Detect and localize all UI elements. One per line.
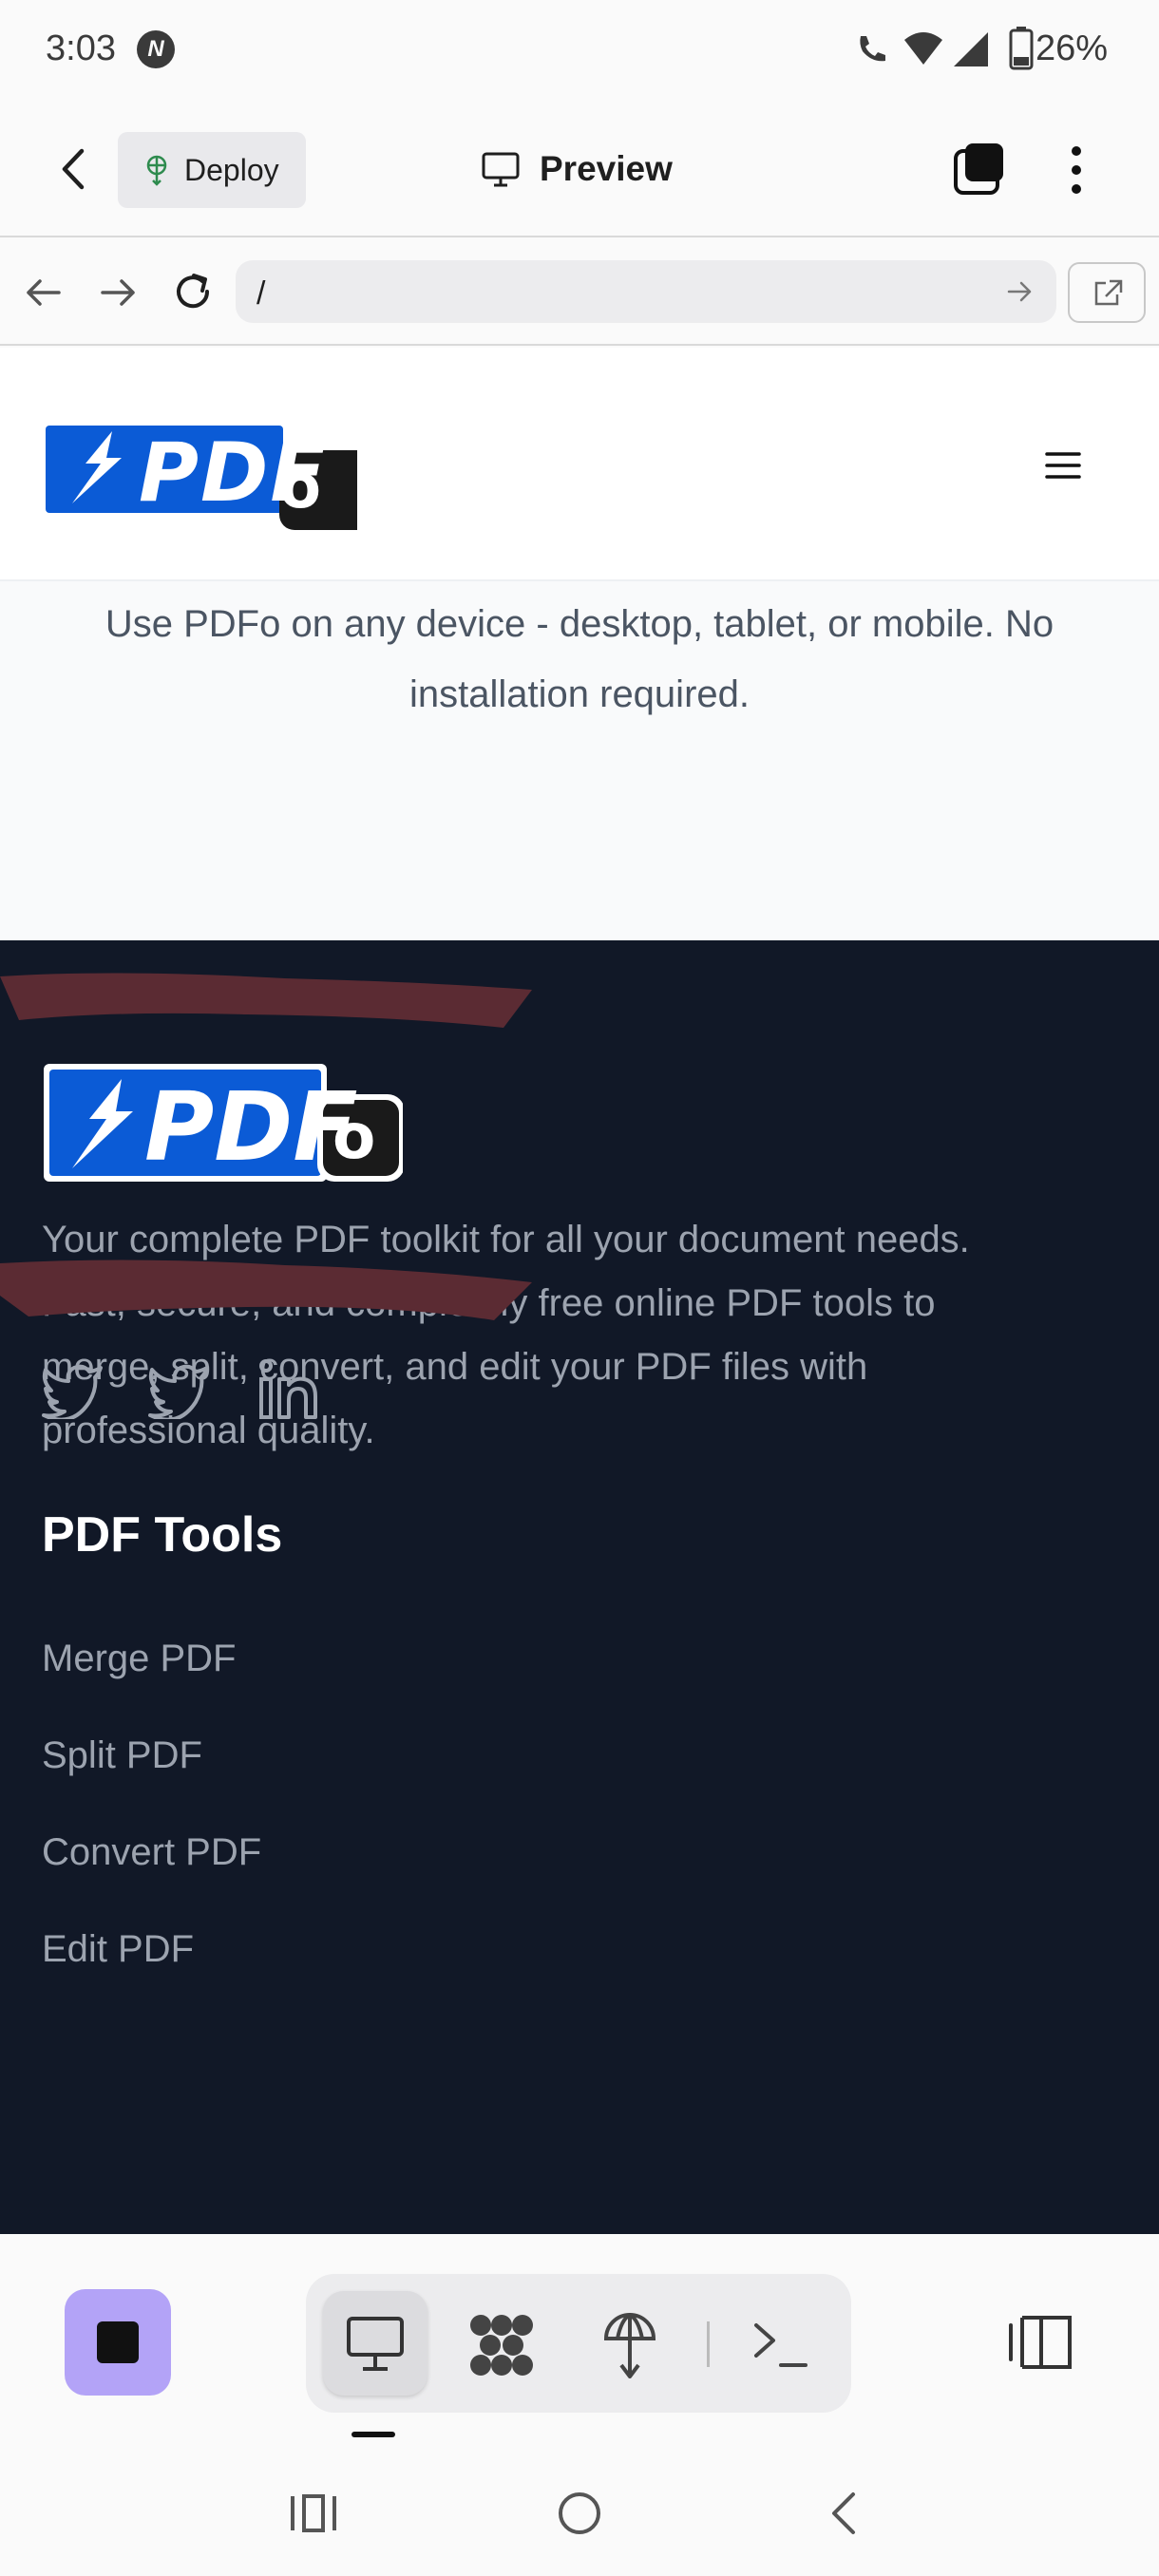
- battery-percentage: 26%: [1036, 28, 1109, 68]
- url-input[interactable]: /: [236, 260, 1056, 323]
- notification-n-icon: N: [137, 30, 175, 68]
- nav-forward-icon[interactable]: [99, 275, 137, 310]
- terminal-icon[interactable]: [752, 2318, 809, 2371]
- url-text: /: [256, 275, 266, 312]
- deploy-button[interactable]: Deploy: [118, 132, 306, 208]
- stop-icon: [97, 2321, 139, 2363]
- devices-text-line-2: installation required.: [409, 673, 750, 715]
- preview-label: Preview: [540, 149, 673, 188]
- footer-link-edit-pdf[interactable]: Edit PDF: [42, 1928, 194, 1971]
- url-bar: /: [0, 239, 1159, 346]
- footer-logo-badge: o: [332, 1100, 376, 1173]
- status-bar: 3:03 N 26%: [0, 0, 1159, 100]
- battery-icon: [1009, 27, 1034, 70]
- external-link-icon: [1094, 279, 1123, 306]
- footer-description: Your complete PDF toolkit for all your d…: [42, 1208, 1144, 1463]
- desktop-icon: [347, 2317, 404, 2371]
- signal-icon: [954, 32, 988, 66]
- desktop-view-button[interactable]: [323, 2291, 428, 2396]
- app-bar: Deploy Preview: [0, 100, 1159, 237]
- active-indicator: [352, 2432, 395, 2437]
- bottom-toolbar: [0, 2234, 1159, 2451]
- toolbar-divider: [707, 2321, 710, 2367]
- status-time: 3:03: [46, 28, 116, 68]
- nav-back-icon[interactable]: [25, 275, 63, 310]
- twitter-icon-2[interactable]: [148, 1362, 211, 1419]
- twitter-icon[interactable]: [42, 1362, 104, 1419]
- web-preview: PDF o Use PDFo on any device - desktop, …: [0, 348, 1159, 2234]
- monitor-icon: [482, 152, 520, 187]
- footer-link-split-pdf[interactable]: Split PDF: [42, 1734, 202, 1777]
- stop-button[interactable]: [65, 2289, 171, 2396]
- footer-tools-heading: PDF Tools: [42, 1507, 283, 1563]
- devices-section-text: Use PDFo on any device - desktop, tablet…: [28, 589, 1130, 729]
- home-icon[interactable]: [555, 2489, 604, 2538]
- scribble-mark-bottom: [0, 1260, 532, 1320]
- footer-link-convert-pdf[interactable]: Convert PDF: [42, 1831, 261, 1874]
- nodes-icon[interactable]: [467, 2312, 536, 2378]
- site-footer: PDF o Your complete PDF toolkit for all …: [0, 940, 1159, 2234]
- preview-title: Preview: [481, 136, 690, 202]
- wifi-call-icon: [860, 36, 885, 62]
- wifi-icon: [904, 32, 942, 65]
- reload-icon[interactable]: [171, 270, 215, 313]
- system-nav-bar: [0, 2451, 1159, 2576]
- scribble-mark-top: [0, 973, 532, 1028]
- tabs-switcher-icon[interactable]: [952, 142, 1007, 197]
- view-switcher: [306, 2274, 851, 2413]
- back-arrow-icon[interactable]: [55, 145, 93, 193]
- open-external-button[interactable]: [1068, 262, 1146, 323]
- footer-logo[interactable]: PDF o: [42, 1062, 403, 1185]
- deploy-label: Deploy: [184, 153, 279, 187]
- linkedin-icon[interactable]: [256, 1358, 319, 1421]
- footer-link-merge-pdf[interactable]: Merge PDF: [42, 1638, 237, 1680]
- site-header: PDF o: [0, 348, 1159, 581]
- site-logo[interactable]: PDF o: [44, 416, 357, 530]
- logo-badge: o: [279, 452, 321, 522]
- devices-text-line-1: Use PDFo on any device - desktop, tablet…: [104, 603, 1054, 645]
- more-options-icon[interactable]: [1062, 143, 1091, 200]
- device-toggle-icon[interactable]: [1007, 2314, 1075, 2371]
- system-back-icon[interactable]: [825, 2489, 863, 2538]
- footer-logo-text: PDF: [144, 1071, 358, 1183]
- recent-apps-icon[interactable]: [289, 2491, 338, 2536]
- deploy-icon: [146, 155, 167, 186]
- go-arrow-icon[interactable]: [1007, 279, 1034, 304]
- deploy-toolbar-icon[interactable]: [602, 2310, 657, 2378]
- hamburger-menu-icon[interactable]: [1045, 450, 1081, 481]
